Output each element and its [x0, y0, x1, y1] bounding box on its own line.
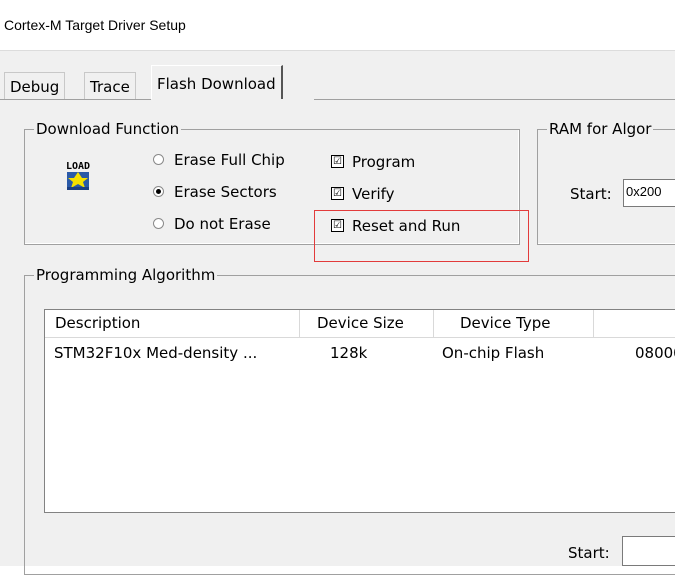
radio-erase-sectors[interactable]: Erase Sectors [153, 182, 277, 202]
column-header-description[interactable]: Description [45, 310, 300, 337]
checkbox-verify[interactable]: ☑ Verify [331, 184, 395, 204]
cell-device-size: 128k [330, 344, 368, 362]
load-icon-text: LOAD [66, 161, 90, 172]
table-header: Description Device Size Device Type A [45, 310, 675, 338]
radio-do-not-erase[interactable]: Do not Erase [153, 214, 271, 234]
highlight-box [314, 210, 529, 262]
radio-erase-full-chip[interactable]: Erase Full Chip [153, 150, 285, 170]
checkbox-verify-label: Verify [352, 185, 395, 203]
ram-start-label: Start: [570, 185, 612, 203]
algorithm-table[interactable]: Description Device Size Device Type A ST… [44, 309, 675, 513]
radio-dot-icon [153, 218, 164, 229]
checkbox-checked-icon: ☑ [331, 187, 344, 200]
checkbox-program[interactable]: ☑ Program [331, 152, 415, 172]
tab-strip: Debug Trace Flash Download [0, 51, 675, 101]
tab-trace[interactable]: Trace [84, 72, 136, 99]
radio-erase-full-chip-label: Erase Full Chip [174, 151, 285, 169]
dialog-body: Debug Trace Flash Download Download Func… [0, 51, 675, 575]
tab-trace-label: Trace [90, 78, 130, 96]
tab-baseline-left [0, 99, 151, 100]
radio-erase-sectors-label: Erase Sectors [174, 183, 277, 201]
cell-description: STM32F10x Med-density ... [54, 344, 258, 362]
tab-flash-download-label: Flash Download [157, 75, 276, 93]
programming-start-label: Start: [568, 544, 610, 562]
window-title: Cortex-M Target Driver Setup [4, 17, 186, 33]
column-header-device-type[interactable]: Device Type [434, 310, 594, 337]
radio-dot-icon [153, 154, 164, 165]
ram-start-input[interactable]: 0x200 [623, 179, 675, 207]
radio-dot-selected-icon [153, 186, 164, 197]
checkbox-program-label: Program [352, 153, 416, 171]
checkbox-checked-icon: ☑ [331, 155, 344, 168]
programming-algorithm-legend: Programming Algorithm [34, 266, 218, 284]
download-function-legend: Download Function [34, 120, 182, 138]
tab-baseline-right [314, 99, 675, 100]
title-bar: Cortex-M Target Driver Setup [0, 0, 675, 51]
radio-do-not-erase-label: Do not Erase [174, 215, 271, 233]
column-header-device-size[interactable]: Device Size [300, 310, 434, 337]
column-header-address[interactable]: A [594, 310, 675, 337]
load-icon: LOAD [66, 161, 90, 190]
tab-debug[interactable]: Debug [4, 72, 66, 99]
programming-start-input[interactable] [622, 536, 675, 566]
tab-flash-download[interactable]: Flash Download [151, 65, 283, 99]
tab-debug-label: Debug [10, 78, 60, 96]
cell-device-type: On-chip Flash [442, 344, 545, 362]
cell-address: 08000 [635, 344, 675, 362]
ram-legend: RAM for Algor [547, 120, 654, 138]
